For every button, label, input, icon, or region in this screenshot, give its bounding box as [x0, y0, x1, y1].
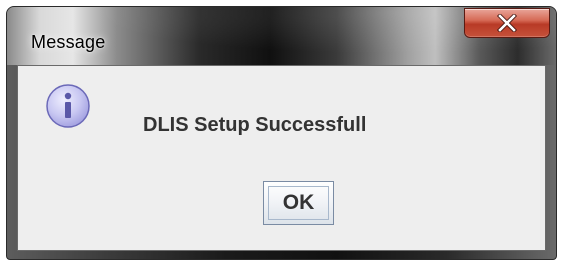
- close-button[interactable]: [464, 8, 550, 38]
- ok-button-label: OK: [282, 191, 315, 214]
- dialog-body-frame: DLIS Setup Successfull OK: [17, 65, 546, 251]
- window-title: Message: [31, 32, 106, 52]
- ok-button[interactable]: OK: [263, 181, 334, 225]
- title-bar[interactable]: Message: [7, 7, 556, 65]
- message-text: DLIS Setup Successfull: [143, 114, 367, 136]
- close-icon: [497, 14, 517, 32]
- dialog-content: DLIS Setup Successfull OK: [18, 66, 545, 250]
- info-icon: [46, 84, 90, 128]
- message-dialog-window: Message DLIS Setup Successfull OK: [6, 6, 557, 260]
